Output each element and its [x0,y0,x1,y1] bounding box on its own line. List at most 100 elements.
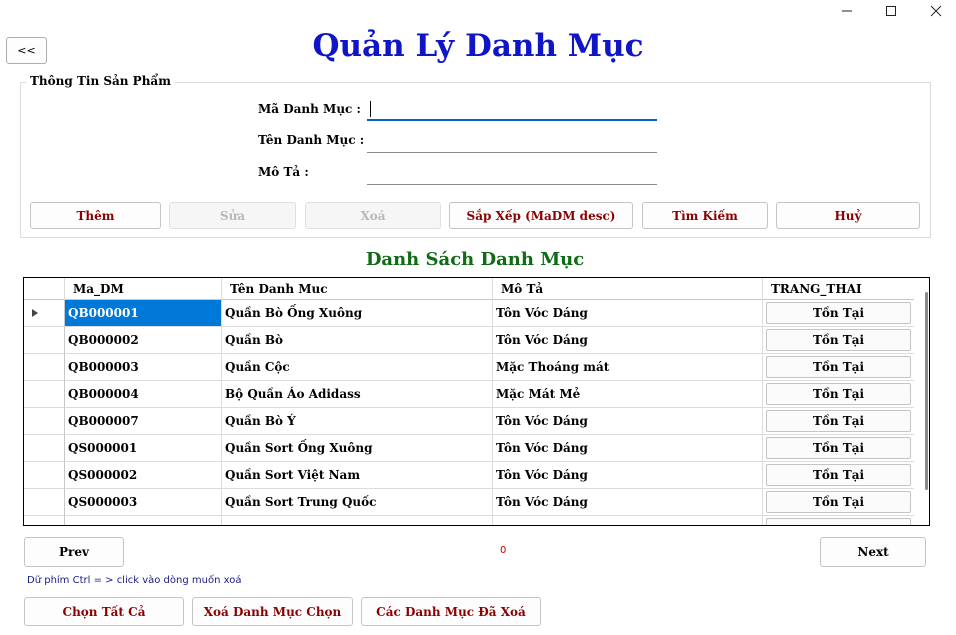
ma-dm-cell[interactable] [65,516,222,525]
close-button[interactable] [916,0,956,22]
row-header[interactable] [24,408,65,435]
column-header[interactable]: Mô Tả [493,278,763,300]
ma-dm-cell[interactable]: QS000002 [65,462,222,489]
next-button[interactable]: Next [820,537,926,567]
trang-thai-button[interactable]: Tồn Tại [766,302,911,324]
mo-ta-cell[interactable]: Tôn Vóc Dáng [493,462,763,489]
row-header[interactable] [24,435,65,462]
ma-dm-cell[interactable]: QB000001 [65,300,222,327]
row-header[interactable] [24,354,65,381]
table-row-partial[interactable] [24,516,914,525]
table-header: Ma_DM Tên Danh Muc Mô Tả TRANG_THAI [24,278,914,300]
trang-thai-cell: Tồn Tại [763,300,914,327]
table-row[interactable]: QS000001 Quần Sort Ống Xuông Tôn Vóc Dán… [24,435,914,462]
delete-button[interactable]: Xoá [305,202,441,229]
product-info-legend: Thông Tin Sản Phẩm [26,74,175,88]
table-row[interactable]: QB000003 Quần Cộc Mặc Thoáng mát Tồn Tại [24,354,914,381]
row-header-corner [24,278,65,300]
ma-dm-cell[interactable]: QB000003 [65,354,222,381]
mo-ta-cell[interactable]: Tôn Vóc Dáng [493,327,763,354]
ten-danh-muc-label: Tên Danh Mục : [258,133,365,147]
deleted-categories-button[interactable]: Các Danh Mục Đã Xoá [361,597,541,626]
table-row[interactable]: QS000002 Quần Sort Việt Nam Tôn Vóc Dáng… [24,462,914,489]
mo-ta-cell[interactable]: Tôn Vóc Dáng [493,408,763,435]
text-caret [370,101,371,117]
trang-thai-cell: Tồn Tại [763,489,914,516]
category-table: Ma_DM Tên Danh Muc Mô Tả TRANG_THAI QB00… [23,277,930,526]
maximize-button[interactable] [871,0,911,22]
column-header[interactable]: Tên Danh Muc [222,278,493,300]
ma-dm-cell[interactable]: QS000003 [65,489,222,516]
row-header[interactable] [24,462,65,489]
trang-thai-cell [763,516,914,525]
ten-danh-muc-input[interactable] [367,129,657,153]
sort-button[interactable]: Sắp Xếp (MaDM desc) [449,202,633,229]
mo-ta-cell[interactable]: Tôn Vóc Dáng [493,489,763,516]
ma-danh-muc-input[interactable] [367,97,657,121]
trang-thai-cell: Tồn Tại [763,408,914,435]
trang-thai-button[interactable] [766,518,911,525]
row-header[interactable] [24,381,65,408]
trang-thai-cell: Tồn Tại [763,462,914,489]
delete-hint: Dữ phím Ctrl = > click vào dòng muốn xoá [27,575,242,586]
page-title: Quản Lý Danh Mục [312,28,644,64]
ma-dm-cell[interactable]: QB000004 [65,381,222,408]
current-row-indicator-icon [24,300,65,327]
column-header[interactable]: TRANG_THAI [763,278,914,300]
ten-dm-cell[interactable]: Quần Sort Trung Quốc [222,489,493,516]
list-title: Danh Sách Danh Mục [365,249,585,270]
trang-thai-button[interactable]: Tồn Tại [766,356,911,378]
trang-thai-button[interactable]: Tồn Tại [766,437,911,459]
vertical-scrollbar[interactable] [925,292,928,490]
prev-button[interactable]: Prev [24,537,124,567]
ten-dm-cell[interactable]: Quần Bò Ý [222,408,493,435]
mo-ta-cell[interactable]: Mặc Thoáng mát [493,354,763,381]
row-header[interactable] [24,516,65,525]
close-icon [930,5,942,17]
trang-thai-button[interactable]: Tồn Tại [766,383,911,405]
ten-dm-cell[interactable]: Quần Sort Việt Nam [222,462,493,489]
mo-ta-cell[interactable]: Tôn Vóc Dáng [493,435,763,462]
mo-ta-cell[interactable]: Mặc Mát Mẻ [493,381,763,408]
mo-ta-label: Mô Tả : [258,165,309,179]
add-button[interactable]: Thêm [30,202,161,229]
ma-dm-cell[interactable]: QB000002 [65,327,222,354]
trang-thai-cell: Tồn Tại [763,435,914,462]
ten-dm-cell[interactable]: Quần Cộc [222,354,493,381]
column-header[interactable]: Ma_DM [65,278,222,300]
minimize-button[interactable] [827,0,867,22]
page-number: 0 [500,545,507,556]
table-row[interactable]: QB000007 Quần Bò Ý Tôn Vóc Dáng Tồn Tại [24,408,914,435]
cancel-button[interactable]: Huỷ [776,202,920,229]
ten-dm-cell[interactable]: Quần Sort Ống Xuông [222,435,493,462]
mo-ta-input[interactable] [367,161,657,185]
row-header[interactable] [24,489,65,516]
trang-thai-button[interactable]: Tồn Tại [766,410,911,432]
ten-dm-cell[interactable] [222,516,493,525]
trang-thai-cell: Tồn Tại [763,327,914,354]
ten-dm-cell[interactable]: Quần Bò Ống Xuông [222,300,493,327]
table-row[interactable]: QB000004 Bộ Quần Áo Adidass Mặc Mát Mẻ T… [24,381,914,408]
ten-dm-cell[interactable]: Bộ Quần Áo Adidass [222,381,493,408]
ma-danh-muc-label: Mã Danh Mục : [258,102,361,116]
ma-dm-cell[interactable]: QS000001 [65,435,222,462]
trang-thai-cell: Tồn Tại [763,381,914,408]
select-all-button[interactable]: Chọn Tất Cả [24,597,184,626]
delete-selected-button[interactable]: Xoá Danh Mục Chọn [192,597,353,626]
trang-thai-button[interactable]: Tồn Tại [766,464,911,486]
row-header[interactable] [24,327,65,354]
mo-ta-cell[interactable]: Tôn Vóc Dáng [493,300,763,327]
table-row[interactable]: QS000003 Quần Sort Trung Quốc Tôn Vóc Dá… [24,489,914,516]
trang-thai-cell: Tồn Tại [763,354,914,381]
trang-thai-button[interactable]: Tồn Tại [766,329,911,351]
ten-dm-cell[interactable]: Quần Bò [222,327,493,354]
trang-thai-button[interactable]: Tồn Tại [766,491,911,513]
mo-ta-cell[interactable] [493,516,763,525]
minimize-icon [842,10,852,12]
table-row[interactable]: QB000002 Quần Bò Tôn Vóc Dáng Tồn Tại [24,327,914,354]
ma-dm-cell[interactable]: QB000007 [65,408,222,435]
edit-button[interactable]: Sửa [169,202,296,229]
search-button[interactable]: Tìm Kiếm [642,202,768,229]
table-row[interactable]: QB000001 Quần Bò Ống Xuông Tôn Vóc Dáng … [24,300,914,327]
maximize-icon [886,6,896,16]
